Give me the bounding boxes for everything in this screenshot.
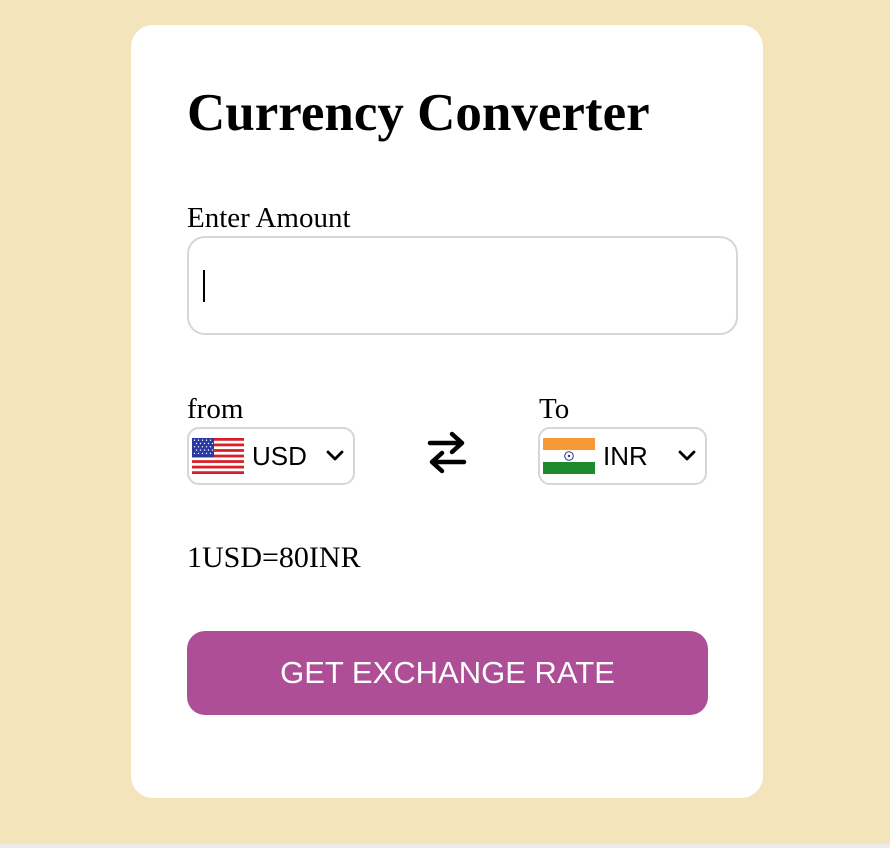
page-title: Currency Converter bbox=[187, 84, 650, 142]
amount-input[interactable] bbox=[187, 236, 738, 335]
to-currency-select[interactable]: INR bbox=[538, 427, 707, 485]
india-flag-icon bbox=[543, 438, 595, 474]
from-label: from bbox=[187, 393, 244, 425]
chevron-down-icon bbox=[326, 450, 344, 461]
page-background: Currency Converter Enter Amount from USD… bbox=[0, 0, 890, 848]
amount-label: Enter Amount bbox=[187, 202, 351, 234]
to-label: To bbox=[539, 393, 570, 425]
swap-arrows-icon[interactable] bbox=[427, 430, 467, 474]
get-exchange-rate-button[interactable]: GET EXCHANGE RATE bbox=[187, 631, 708, 715]
to-currency-value: INR bbox=[603, 441, 648, 471]
us-flag-icon bbox=[192, 438, 244, 474]
converter-card: Currency Converter Enter Amount from USD… bbox=[131, 25, 763, 798]
bottom-divider bbox=[0, 844, 890, 848]
from-currency-value: USD bbox=[252, 441, 307, 471]
chevron-down-icon bbox=[678, 450, 696, 461]
from-currency-select[interactable]: USD bbox=[187, 427, 355, 485]
text-caret bbox=[203, 270, 205, 302]
exchange-rate-text: 1USD=80INR bbox=[187, 541, 361, 574]
